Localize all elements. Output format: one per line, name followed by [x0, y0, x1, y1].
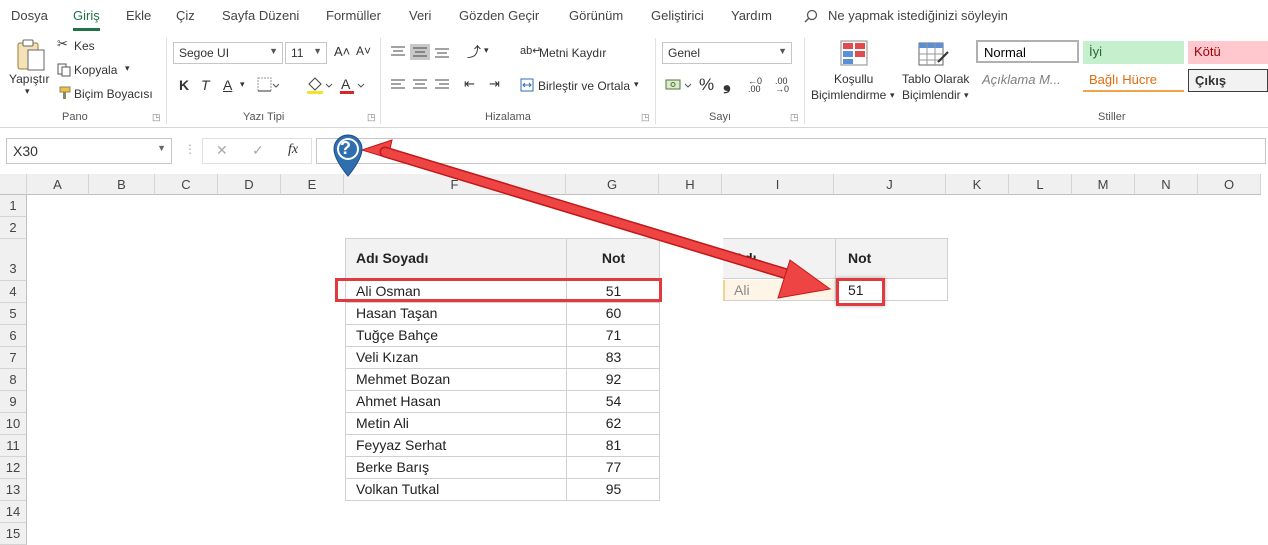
table1-name-cell[interactable]: Ahmet Hasan — [345, 393, 441, 409]
table1-name-cell[interactable]: Feyyaz Serhat — [345, 437, 446, 453]
table1-score-cell[interactable]: 81 — [567, 437, 660, 453]
table1-name-cell[interactable]: Berke Barış — [345, 459, 429, 475]
help-marker-label: ? — [340, 138, 351, 158]
table1-score-cell[interactable]: 77 — [567, 459, 660, 475]
table1-name-cell[interactable]: Volkan Tutkal — [345, 481, 439, 497]
table1-name-cell[interactable]: Metin Ali — [345, 415, 409, 431]
table1-name-cell[interactable]: Veli Kızan — [345, 349, 418, 365]
table1-score-cell[interactable]: 71 — [567, 327, 660, 343]
table1-score-cell[interactable]: 62 — [567, 415, 660, 431]
table1-score-cell[interactable]: 95 — [567, 481, 660, 497]
table1-score-cell[interactable]: 51 — [567, 283, 660, 299]
table1-score-cell[interactable]: 92 — [567, 371, 660, 387]
table1-score-cell[interactable]: 54 — [567, 393, 660, 409]
table1-name-cell[interactable]: Tuğçe Bahçe — [345, 327, 438, 343]
table1-score-cell[interactable]: 83 — [567, 349, 660, 365]
table1-name-cell[interactable]: Ali Osman — [345, 283, 421, 299]
table1-name-cell[interactable]: Hasan Taşan — [345, 305, 437, 321]
table1-name-cell[interactable]: Mehmet Bozan — [345, 371, 450, 387]
table1-score-cell[interactable]: 60 — [567, 305, 660, 321]
